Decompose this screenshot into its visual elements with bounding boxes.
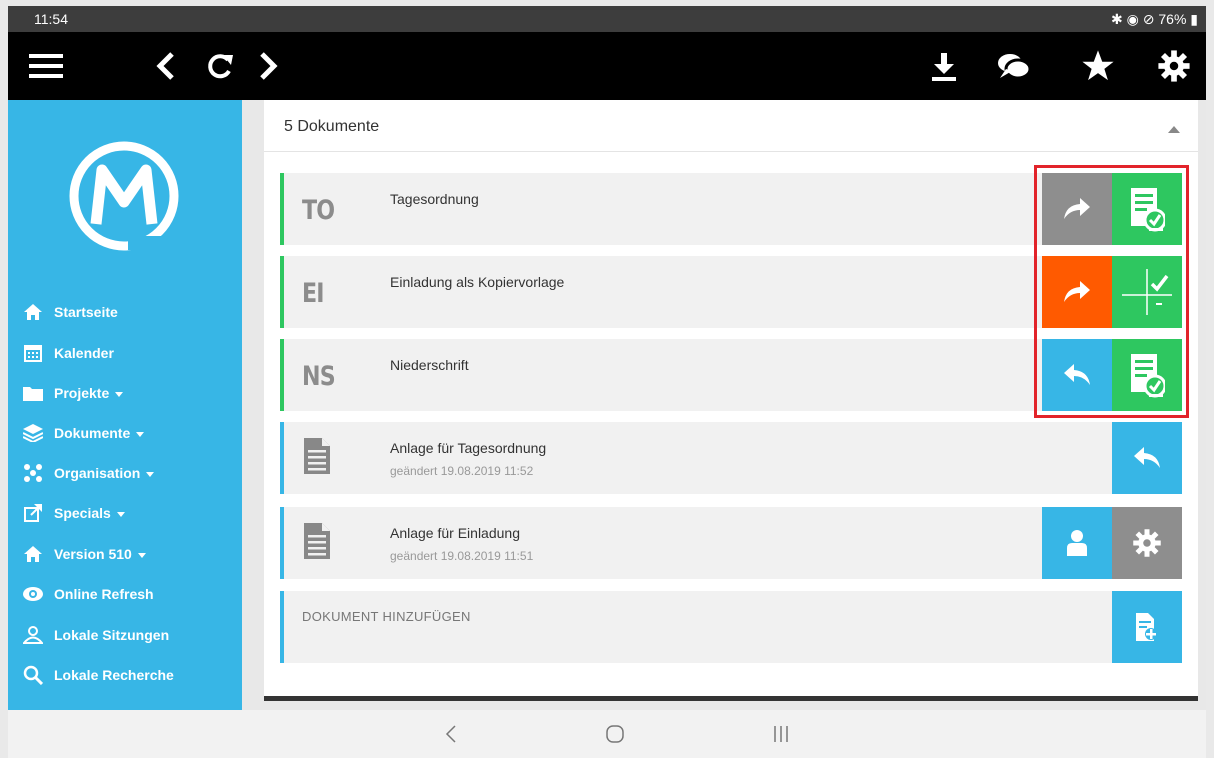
- layers-icon: [22, 422, 44, 444]
- chevron-down-icon: [136, 431, 145, 437]
- sidebar-item-kalender[interactable]: Kalender: [22, 341, 114, 365]
- eye-icon: [22, 583, 44, 605]
- gear-icon: [1133, 529, 1161, 557]
- document-row-anlage-tagesordnung[interactable]: Anlage für Tagesordnung geändert 19.08.2…: [280, 422, 1182, 494]
- user-icon: [1067, 530, 1087, 556]
- document-title: Niederschrift: [390, 357, 469, 373]
- sidebar-item-projekte[interactable]: Projekte: [22, 381, 124, 405]
- status-bar: 11:54 ✱ ◉ ⊘ 76% ▮: [8, 6, 1206, 32]
- sidebar-item-label: Projekte: [54, 385, 110, 401]
- chevron-down-icon: [115, 391, 124, 397]
- document-title: Einladung als Kopiervorlage: [390, 274, 565, 290]
- sidebar-item-dokumente[interactable]: Dokumente: [22, 421, 145, 445]
- status-time: 11:54: [34, 11, 68, 27]
- file-icon: [304, 438, 330, 474]
- status-icons: ✱ ◉ ⊘ 76% ▮: [1111, 11, 1198, 27]
- download-icon[interactable]: [924, 46, 964, 86]
- content-area: 5 Dokumente TO Tagesordnung EI Einladung…: [242, 100, 1206, 710]
- add-document-label: DOKUMENT HINZUFÜGEN: [302, 609, 471, 624]
- search-icon: [22, 664, 44, 686]
- sidebar-item-label: Online Refresh: [54, 586, 154, 602]
- sidebar-item-label: Organisation: [54, 465, 141, 481]
- reply-button[interactable]: [1112, 422, 1182, 494]
- share-icon: [1064, 281, 1090, 302]
- chat-icon[interactable]: [994, 46, 1034, 86]
- approve-document-button[interactable]: [1112, 339, 1182, 411]
- sidebar-item-startseite[interactable]: Startseite: [22, 300, 118, 324]
- sidebar-item-version[interactable]: Version 510: [22, 542, 146, 566]
- reply-button[interactable]: [1042, 339, 1112, 411]
- document-row-einladung[interactable]: EI Einladung als Kopiervorlage: [280, 256, 1182, 328]
- document-modified: geändert 19.08.2019 11:51: [390, 549, 534, 563]
- document-title: Tagesordnung: [390, 191, 479, 207]
- chevron-down-icon: [137, 552, 146, 558]
- document-abbr: TO: [302, 195, 335, 226]
- sidebar-item-label: Version 510: [54, 546, 132, 562]
- app-logo: [68, 140, 180, 252]
- folder-icon: [22, 382, 44, 404]
- user-button[interactable]: [1042, 507, 1112, 579]
- home-icon: [22, 543, 44, 565]
- org-icon: [22, 462, 44, 484]
- document-row-niederschrift[interactable]: NS Niederschrift: [280, 339, 1182, 411]
- approval-cross-icon: [1122, 269, 1172, 315]
- document-row-anlage-einladung[interactable]: Anlage für Einladung geändert 19.08.2019…: [280, 507, 1182, 579]
- system-back-icon[interactable]: [436, 722, 466, 746]
- system-nav-bar: [8, 710, 1206, 758]
- menu-icon[interactable]: [26, 46, 66, 86]
- approve-document-button[interactable]: [1112, 173, 1182, 245]
- calendar-icon: [22, 342, 44, 364]
- sidebar-item-label: Lokale Recherche: [54, 667, 174, 683]
- approve-document-button[interactable]: [1112, 256, 1182, 328]
- document-check-icon: [1131, 188, 1165, 232]
- document-abbr: EI: [302, 278, 325, 309]
- document-check-icon: [1131, 354, 1165, 398]
- gear-icon[interactable]: [1154, 46, 1194, 86]
- forward-icon[interactable]: [248, 46, 288, 86]
- share-button[interactable]: [1042, 256, 1112, 328]
- sidebar-item-lokale-sitzungen[interactable]: Lokale Sitzungen: [22, 623, 169, 647]
- chevron-down-icon: [116, 511, 125, 517]
- reply-icon: [1064, 364, 1090, 385]
- sidebar-item-lokale-recherche[interactable]: Lokale Recherche: [22, 663, 174, 687]
- settings-button[interactable]: [1112, 507, 1182, 579]
- add-document-row[interactable]: DOKUMENT HINZUFÜGEN: [280, 591, 1182, 663]
- document-title: Anlage für Einladung: [390, 525, 520, 541]
- sidebar-item-label: Lokale Sitzungen: [54, 627, 170, 643]
- share-icon: [1064, 198, 1090, 219]
- sidebar-item-label: Kalender: [54, 345, 114, 361]
- sidebar: Startseite Kalender Projekte Dokumente O…: [8, 100, 242, 710]
- add-document-icon: [1136, 613, 1157, 641]
- document-row-tagesordnung[interactable]: TO Tagesordnung: [280, 173, 1182, 245]
- document-modified: geändert 19.08.2019 11:52: [390, 464, 534, 478]
- sidebar-item-label: Specials: [54, 505, 111, 521]
- star-icon[interactable]: [1078, 46, 1118, 86]
- share-button[interactable]: [1042, 173, 1112, 245]
- sidebar-item-label: Startseite: [54, 304, 118, 320]
- user-icon: [22, 624, 44, 646]
- chevron-down-icon: [146, 471, 155, 477]
- external-link-icon: [22, 502, 44, 524]
- panel-bottom-border: [264, 696, 1198, 701]
- toolbar: [8, 32, 1206, 100]
- document-abbr: NS: [302, 361, 336, 392]
- file-icon: [304, 523, 330, 559]
- app-frame: 11:54 ✱ ◉ ⊘ 76% ▮ Startseite Kalender Pr…: [8, 6, 1206, 758]
- add-document-button[interactable]: [1112, 591, 1182, 663]
- sidebar-item-organisation[interactable]: Organisation: [22, 461, 155, 485]
- sidebar-item-specials[interactable]: Specials: [22, 501, 125, 525]
- back-icon[interactable]: [146, 46, 186, 86]
- reload-icon[interactable]: [200, 46, 240, 86]
- reply-icon: [1134, 447, 1160, 468]
- document-title: Anlage für Tagesordnung: [390, 440, 547, 456]
- home-icon: [22, 301, 44, 323]
- panel-title: 5 Dokumente: [284, 118, 380, 135]
- sidebar-item-label: Dokumente: [54, 425, 131, 441]
- collapse-icon[interactable]: [1168, 126, 1180, 133]
- documents-panel: 5 Dokumente TO Tagesordnung EI Einladung…: [264, 100, 1198, 700]
- system-recents-icon[interactable]: [766, 722, 796, 746]
- sidebar-item-online-refresh[interactable]: Online Refresh: [22, 582, 154, 606]
- system-home-icon[interactable]: [600, 722, 630, 746]
- panel-header[interactable]: 5 Dokumente: [264, 100, 1198, 152]
